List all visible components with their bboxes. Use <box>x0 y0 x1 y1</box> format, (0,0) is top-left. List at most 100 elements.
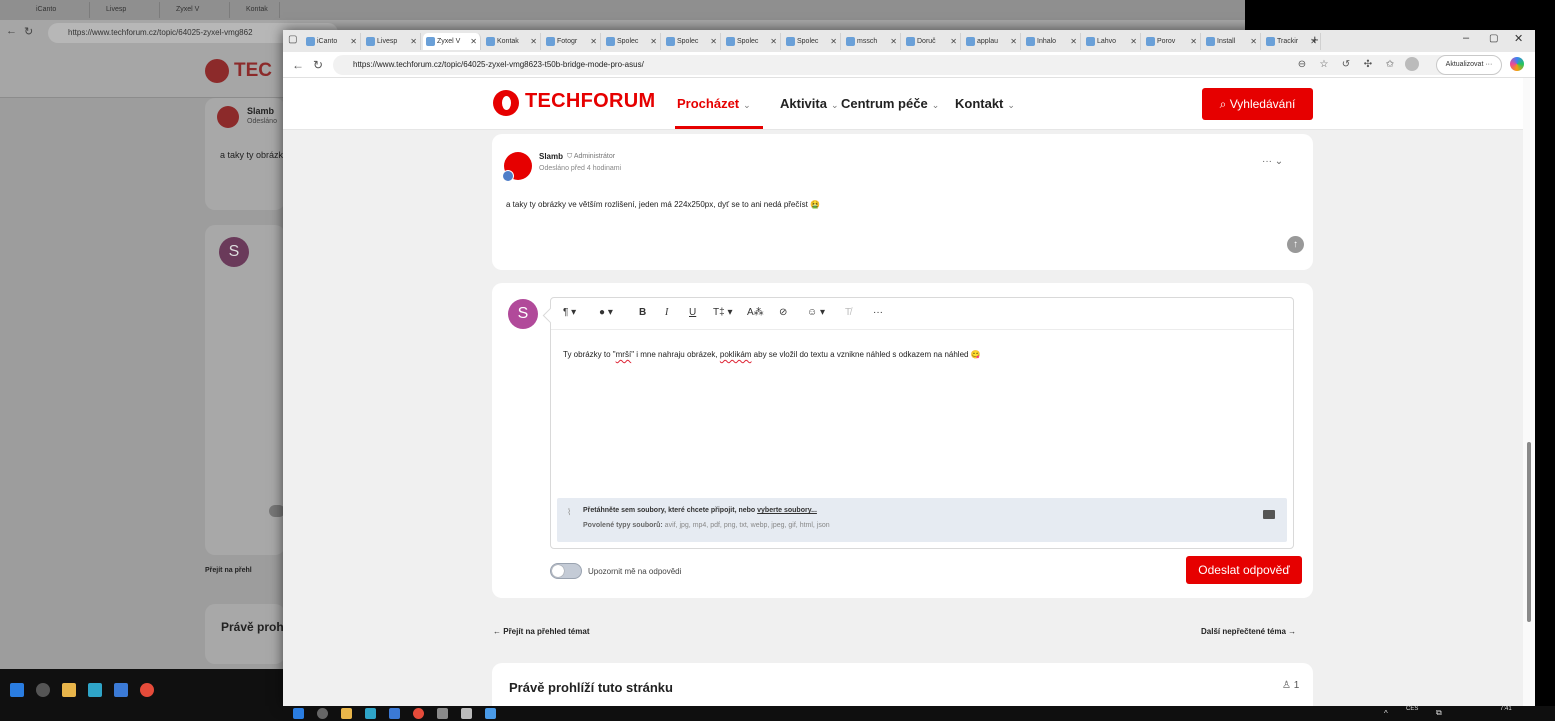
display-icon[interactable]: ⧉ <box>1436 708 1442 718</box>
opera-icon[interactable] <box>413 708 424 719</box>
edge-icon[interactable] <box>365 708 376 719</box>
italic-icon[interactable]: I <box>665 307 668 318</box>
text-color-icon[interactable]: ● ▾ <box>599 307 613 318</box>
browser-tab[interactable]: Fotogr ✕ <box>543 33 601 50</box>
clock[interactable]: 7:41 <box>1500 706 1512 712</box>
browser-tab[interactable]: Trackir ✕ <box>1263 33 1321 50</box>
notepad-icon[interactable] <box>437 708 448 719</box>
back-icon[interactable]: ← <box>6 25 17 37</box>
favorites-icon[interactable]: ✩ <box>1381 56 1399 74</box>
notify-toggle[interactable] <box>550 563 582 579</box>
file-explorer-icon[interactable] <box>341 708 352 719</box>
nav-next-link[interactable]: Další nepřečtené téma → <box>1201 627 1296 636</box>
close-tab-icon[interactable]: ✕ <box>530 33 537 50</box>
language-indicator[interactable]: CES <box>1406 706 1418 712</box>
close-tab-icon[interactable]: ✕ <box>1070 33 1077 50</box>
menu-item-centrum-pece[interactable]: Centrum péče ⌄ <box>841 96 939 111</box>
reload-icon[interactable]: ↻ <box>24 25 33 38</box>
browser-tab[interactable]: iCanto ✕ <box>303 33 361 50</box>
reply-text[interactable]: Ty obrázky to "mrší" i mne nahraju obráz… <box>563 350 981 359</box>
browser-tab[interactable]: applau ✕ <box>963 33 1021 50</box>
menu-item-aktivita[interactable]: Aktivita ⌄ <box>780 96 839 111</box>
back-icon[interactable]: ← <box>289 56 307 74</box>
minimize-button[interactable]: – <box>1463 32 1469 44</box>
browser-tab[interactable]: Porov ✕ <box>1143 33 1201 50</box>
close-tab-icon[interactable]: ✕ <box>890 33 897 50</box>
browser-tab[interactable]: Kontak ✕ <box>483 33 541 50</box>
nav-prev-link[interactable]: ← Přejít na přehled témat <box>493 627 589 636</box>
windows-start-icon[interactable] <box>293 708 304 719</box>
outlook-icon[interactable] <box>389 708 400 719</box>
menu-item-prochazet[interactable]: Procházet ⌄ <box>677 96 751 111</box>
maximize-button[interactable]: ▢ <box>1489 33 1498 44</box>
browser-tab[interactable]: Doruč ✕ <box>903 33 961 50</box>
close-tab-icon[interactable]: ✕ <box>1310 33 1317 50</box>
close-tab-icon[interactable]: ✕ <box>590 33 597 50</box>
post-author[interactable]: Slamb <box>539 152 563 161</box>
chevron-up-icon[interactable]: ^ <box>1384 709 1388 718</box>
opera-icon[interactable] <box>140 683 154 697</box>
close-tab-icon[interactable]: ✕ <box>950 33 957 50</box>
search-icon[interactable] <box>317 708 328 719</box>
scrollbar[interactable] <box>1523 78 1535 706</box>
close-tab-icon[interactable]: ✕ <box>1250 33 1257 50</box>
browser-tab[interactable]: Spolec ✕ <box>603 33 661 50</box>
close-tab-icon[interactable]: ✕ <box>470 33 477 50</box>
outlook-icon[interactable] <box>114 683 128 697</box>
folder-icon[interactable] <box>1263 510 1275 519</box>
arrow-up-icon[interactable]: ↑ <box>1287 236 1304 253</box>
close-tab-icon[interactable]: ✕ <box>350 33 357 50</box>
emoji-icon[interactable]: ☺ ▾ <box>807 307 825 318</box>
choose-files-link[interactable]: vyberte soubory... <box>757 507 817 514</box>
clear-format-icon[interactable]: T̸ <box>845 307 851 318</box>
browser-tab[interactable]: Inhalo ✕ <box>1023 33 1081 50</box>
author-avatar[interactable] <box>502 152 532 182</box>
browser-tab[interactable]: Spolec ✕ <box>783 33 841 50</box>
update-button[interactable]: Aktualizovat ··· <box>1436 55 1502 75</box>
text-style-icon[interactable]: A⁂ <box>747 307 764 318</box>
profile-avatar[interactable] <box>1405 57 1419 71</box>
file-dropzone[interactable]: ⌇ Přetáhněte sem soubory, které chcete p… <box>557 498 1287 542</box>
close-tab-icon[interactable]: ✕ <box>1190 33 1197 50</box>
browser-tab[interactable]: Livesp ✕ <box>363 33 421 50</box>
browser-tab[interactable]: mssch ✕ <box>843 33 901 50</box>
close-tab-icon[interactable]: ✕ <box>710 33 717 50</box>
close-tab-icon[interactable]: ✕ <box>1130 33 1137 50</box>
close-tab-icon[interactable]: ✕ <box>830 33 837 50</box>
text-size-icon[interactable]: T‡ ▾ <box>713 307 732 318</box>
app-icon[interactable] <box>461 708 472 719</box>
close-tab-icon[interactable]: ✕ <box>770 33 777 50</box>
more-options-icon[interactable]: ··· <box>873 307 883 318</box>
bg-tab[interactable]: iCanto <box>20 2 90 18</box>
close-tab-icon[interactable]: ✕ <box>1010 33 1017 50</box>
windows-start-icon[interactable] <box>10 683 24 697</box>
refresh-page-icon[interactable]: ↺ <box>1337 56 1355 74</box>
search-icon[interactable] <box>36 683 50 697</box>
tab-actions-icon[interactable]: ▢ <box>288 34 297 45</box>
bg-nav-prev[interactable]: Přejít na přehl <box>205 567 252 574</box>
store-icon[interactable] <box>485 708 496 719</box>
browser-tab[interactable]: Spolec ✕ <box>663 33 721 50</box>
browser-tab[interactable]: Install ✕ <box>1203 33 1261 50</box>
bg-tab[interactable]: Livesp <box>90 2 160 18</box>
favorite-star-icon[interactable]: ☆ <box>1315 56 1333 74</box>
bg-tab[interactable]: Zyxel V <box>160 2 230 18</box>
link-icon[interactable]: ⊘ <box>779 307 787 318</box>
techforum-logo-icon[interactable] <box>493 90 519 116</box>
edge-icon[interactable] <box>88 683 102 697</box>
scrollbar-thumb[interactable] <box>1527 442 1531 622</box>
reader-mode-icon[interactable]: ⊖ <box>1293 56 1311 74</box>
site-logo[interactable]: TECHFORUM <box>525 90 655 113</box>
file-explorer-icon[interactable] <box>62 683 76 697</box>
reply-editor[interactable]: ¶ ▾ ● ▾ B I U T‡ ▾ A⁂ ⊘ ☺ ▾ T̸ ··· Ty ob… <box>550 297 1294 549</box>
reload-icon[interactable]: ↻ <box>309 56 327 74</box>
close-tab-icon[interactable]: ✕ <box>410 33 417 50</box>
browser-tab[interactable]: Lahvo ✕ <box>1083 33 1141 50</box>
browser-tab[interactable]: Zyxel V ✕ <box>423 33 481 50</box>
search-button[interactable]: ⌕ Vyhledávání <box>1202 88 1313 120</box>
extensions-icon[interactable]: ✣ <box>1359 56 1377 74</box>
paragraph-format-icon[interactable]: ¶ ▾ <box>563 307 576 318</box>
close-tab-icon[interactable]: ✕ <box>650 33 657 50</box>
bg-tab[interactable]: Kontak <box>230 2 280 18</box>
close-window-button[interactable]: ✕ <box>1514 32 1523 45</box>
